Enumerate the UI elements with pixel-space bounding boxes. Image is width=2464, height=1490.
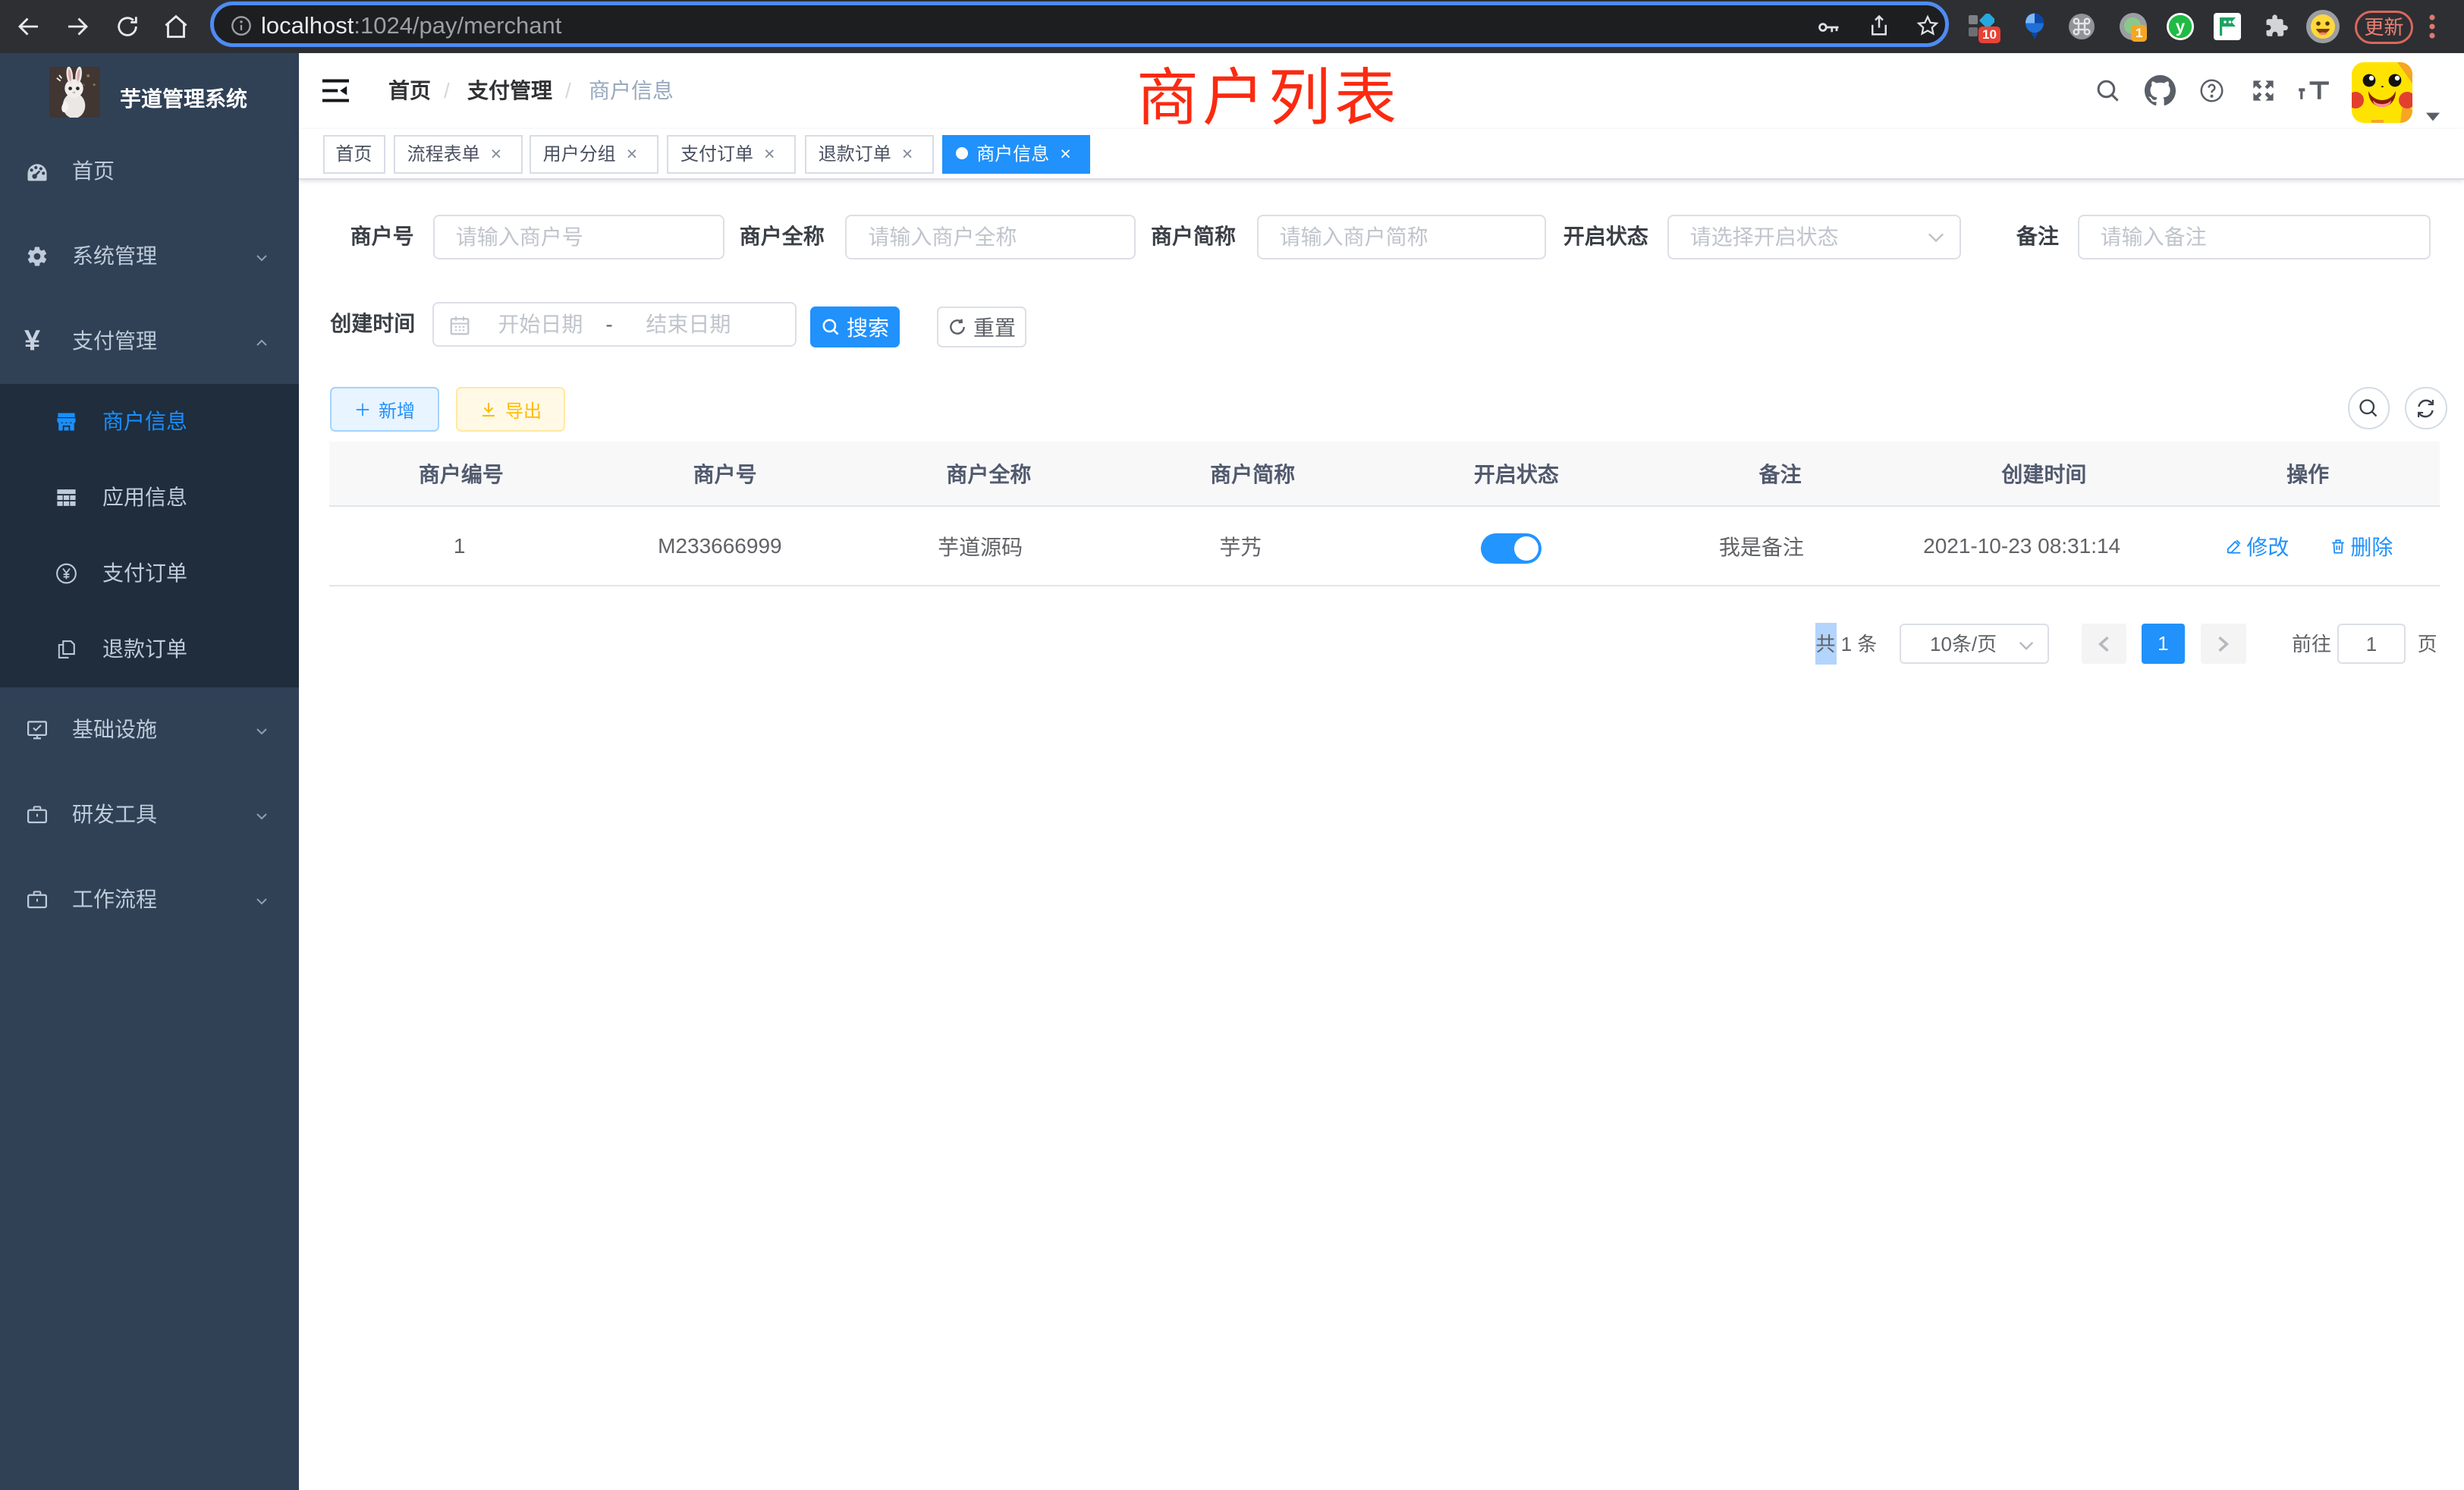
svg-text:y: y: [2176, 17, 2186, 36]
